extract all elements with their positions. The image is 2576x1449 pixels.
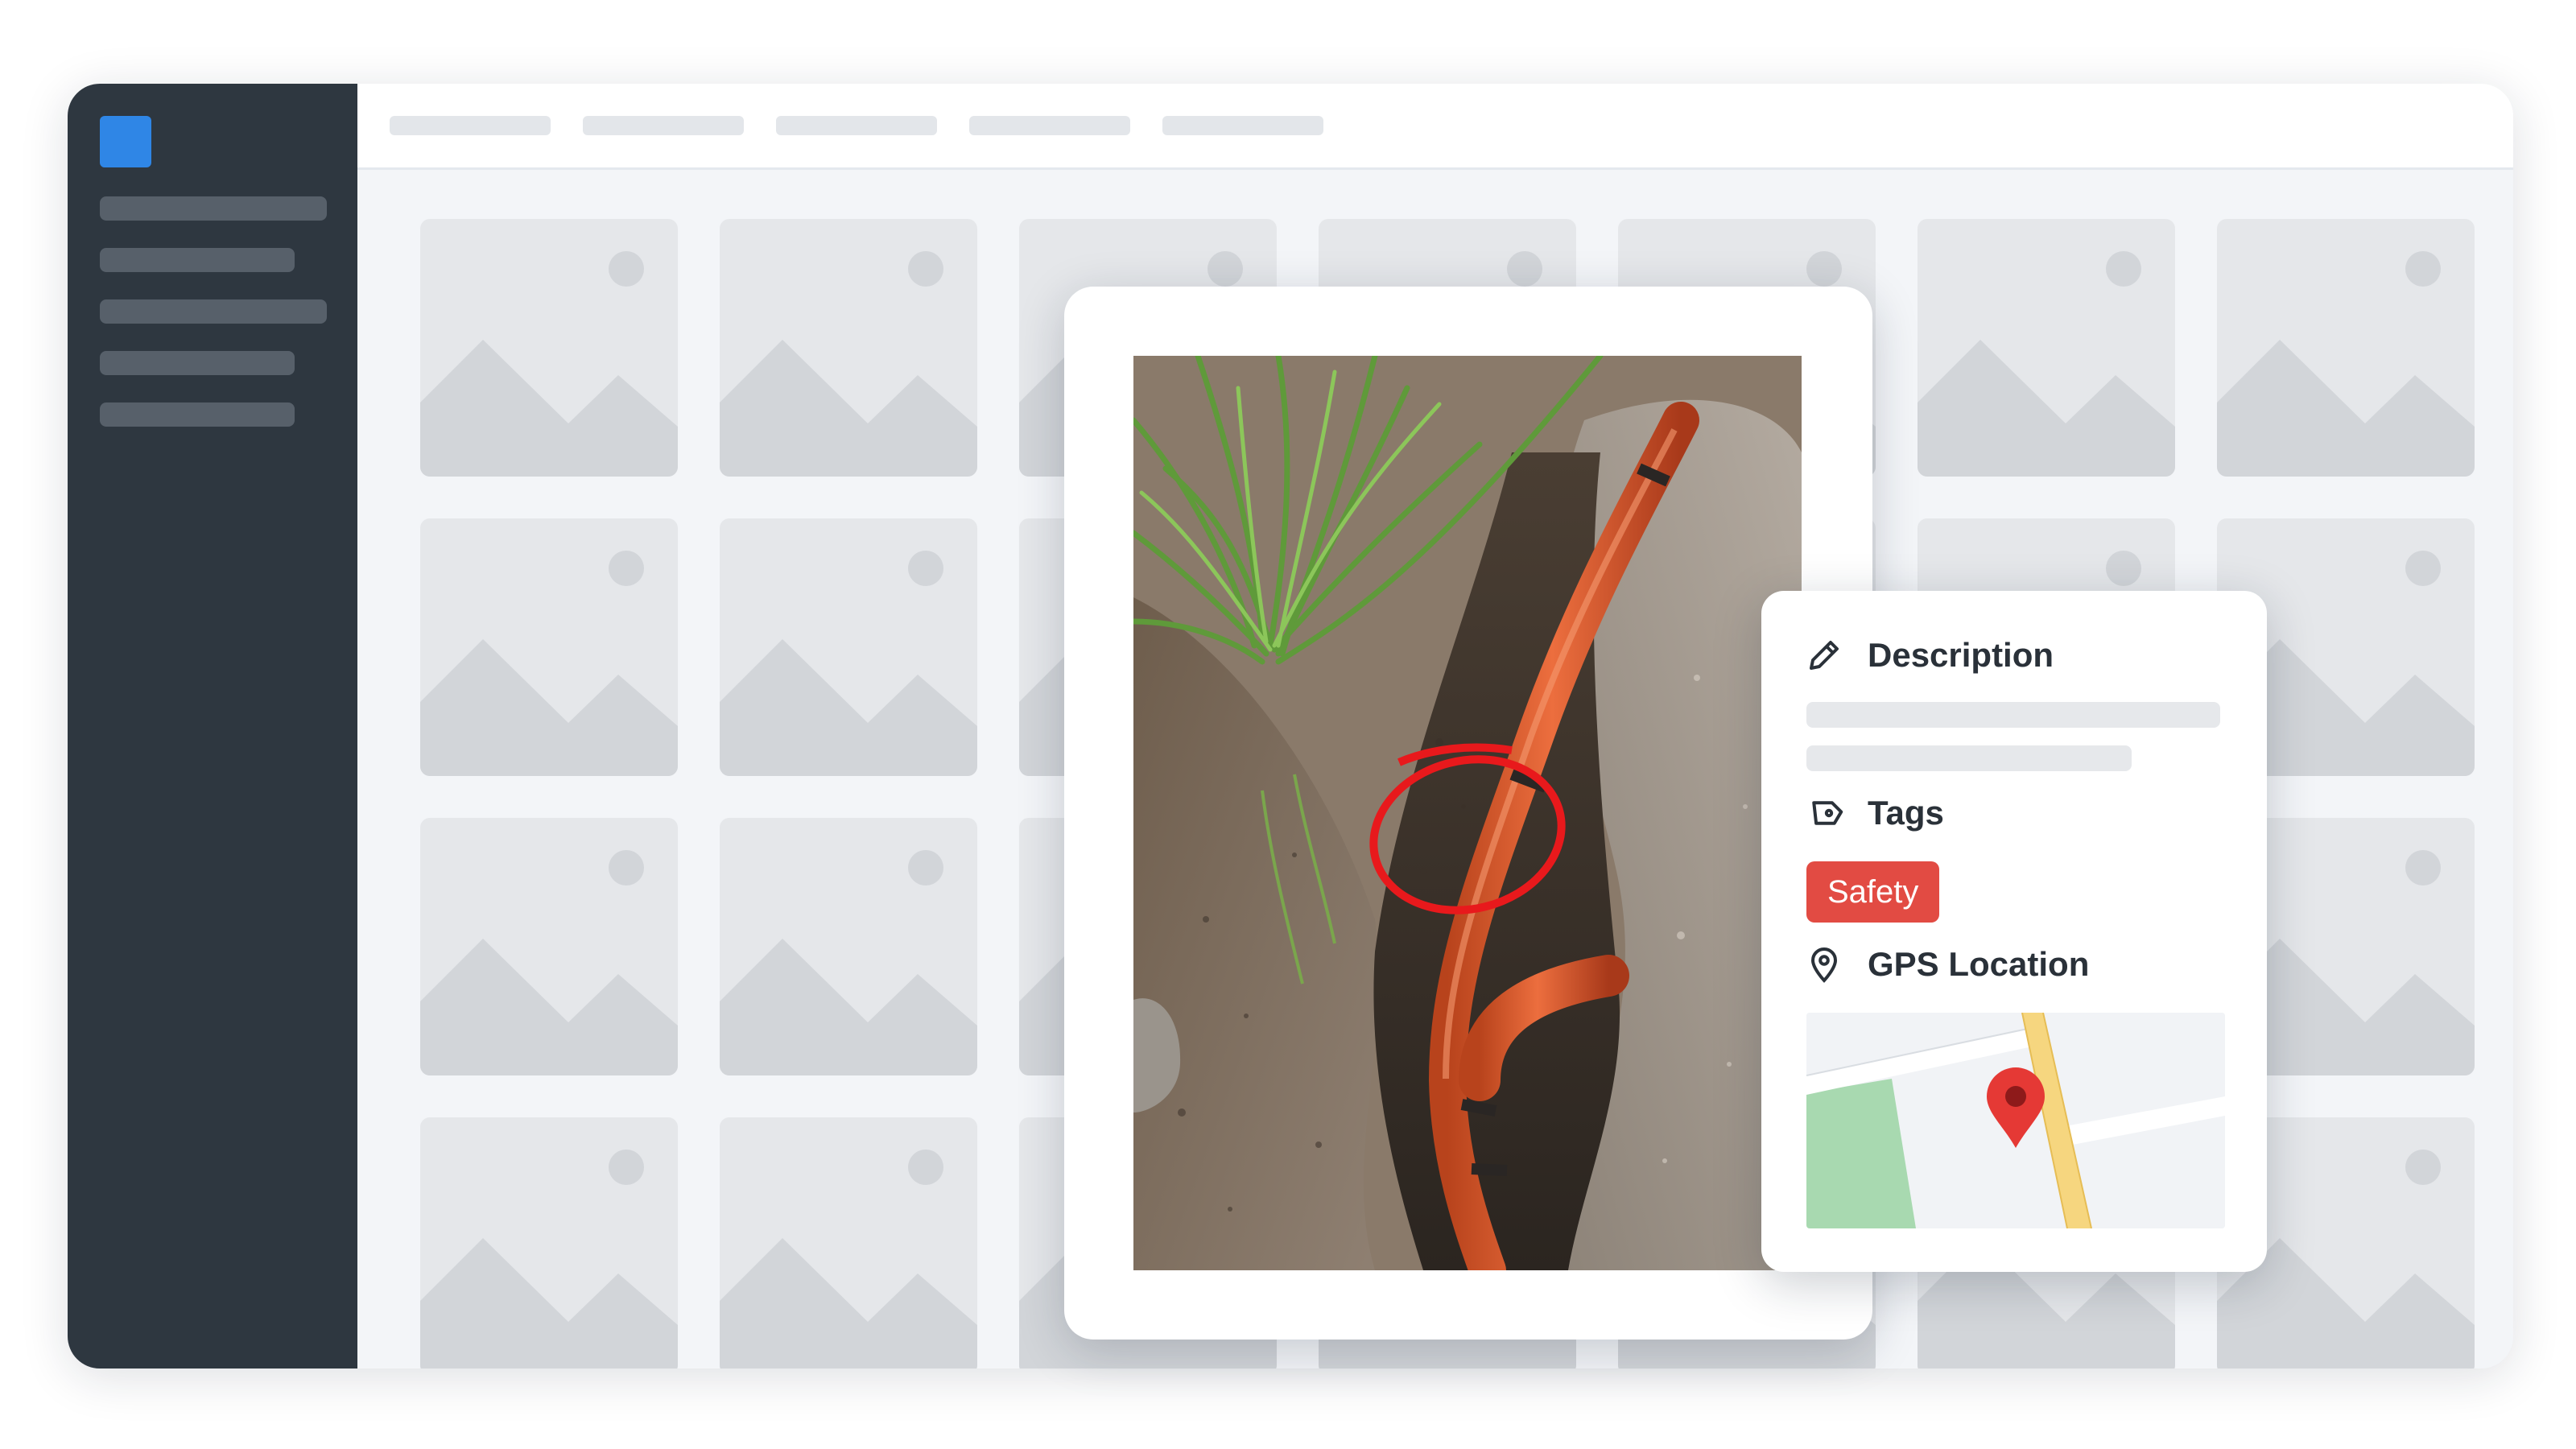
gps-location-label: GPS Location (1868, 945, 2090, 983)
top-nav-item[interactable] (776, 116, 937, 135)
gps-section: GPS Location (1805, 945, 2089, 984)
tags-section: Tags (1805, 794, 1944, 832)
sidebar-item[interactable] (100, 351, 295, 375)
image-placeholder-icon (720, 251, 977, 477)
photo-card (1064, 287, 1872, 1340)
site-photo[interactable] (1133, 356, 1802, 1270)
pencil-icon (1805, 636, 1843, 675)
sidebar-item[interactable] (100, 402, 295, 427)
sidebar-item[interactable] (100, 248, 295, 272)
image-thumbnail[interactable] (420, 219, 678, 477)
gps-map[interactable] (1806, 1013, 2225, 1228)
sidebar (68, 84, 357, 1368)
image-thumbnail[interactable] (420, 518, 678, 776)
description-text-line[interactable] (1806, 745, 2132, 771)
top-nav-item[interactable] (390, 116, 551, 135)
top-nav-item[interactable] (583, 116, 744, 135)
image-placeholder-icon (1918, 251, 2175, 477)
image-placeholder-icon (420, 1150, 678, 1368)
image-thumbnail[interactable] (720, 818, 977, 1075)
description-text-line[interactable] (1806, 702, 2220, 728)
app-logo[interactable] (100, 116, 151, 167)
top-nav-item[interactable] (1162, 116, 1323, 135)
sidebar-item[interactable] (100, 299, 327, 324)
location-pin-icon (1805, 945, 1843, 984)
image-placeholder-icon (420, 551, 678, 776)
top-nav-item[interactable] (969, 116, 1130, 135)
image-placeholder-icon (720, 551, 977, 776)
image-thumbnail[interactable] (1918, 219, 2175, 477)
image-placeholder-icon (420, 850, 678, 1075)
image-placeholder-icon (420, 251, 678, 477)
tags-label: Tags (1868, 794, 1944, 832)
image-placeholder-icon (720, 1150, 977, 1368)
image-thumbnail[interactable] (2217, 219, 2475, 477)
photo-details-panel: Description Tags Safety GPS Location (1761, 591, 2267, 1272)
image-placeholder-icon (720, 850, 977, 1075)
image-thumbnail[interactable] (720, 518, 977, 776)
tag-safety[interactable]: Safety (1806, 861, 1940, 923)
image-thumbnail[interactable] (420, 818, 678, 1075)
image-thumbnail[interactable] (720, 1117, 977, 1368)
tag-icon (1805, 794, 1843, 832)
sidebar-item[interactable] (100, 196, 327, 221)
image-placeholder-icon (2217, 251, 2475, 477)
description-section: Description (1805, 636, 2054, 675)
description-label: Description (1868, 636, 2054, 674)
image-thumbnail[interactable] (720, 219, 977, 477)
top-bar (357, 84, 2513, 170)
image-thumbnail[interactable] (420, 1117, 678, 1368)
